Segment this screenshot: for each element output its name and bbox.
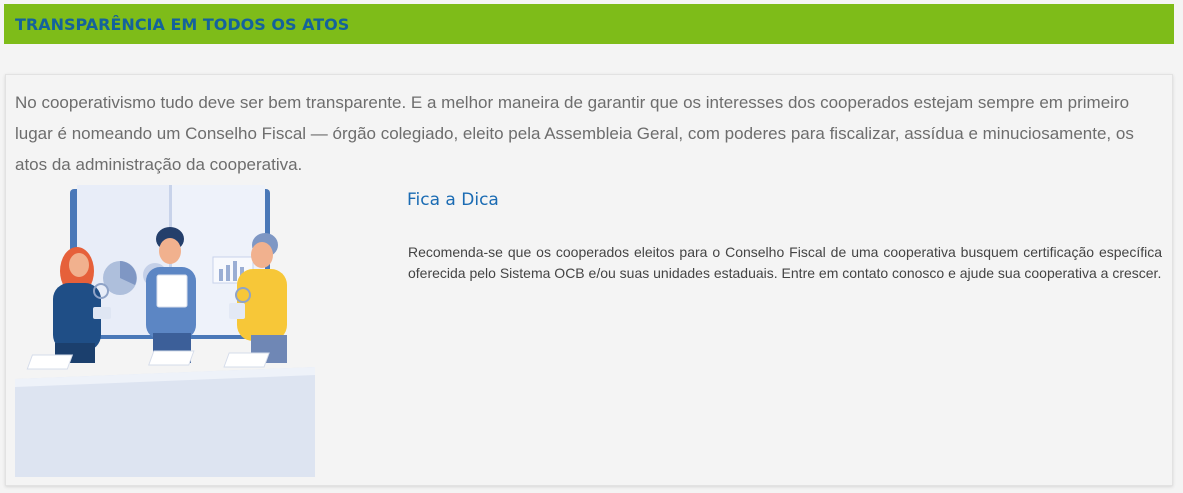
content-panel: No cooperativismo tudo deve ser bem tran…: [5, 74, 1173, 486]
tip-title: Fica a Dica: [407, 190, 499, 210]
tip-paragraph: Recomenda-se que os cooperados eleitos p…: [408, 244, 1162, 281]
section-header: TRANSPARÊNCIA EM TODOS OS ATOS: [4, 4, 1174, 44]
intro-paragraph: No cooperativismo tudo deve ser bem tran…: [15, 93, 1134, 174]
section-title: TRANSPARÊNCIA EM TODOS OS ATOS: [15, 14, 350, 34]
team-meeting-illustration: [15, 185, 315, 477]
